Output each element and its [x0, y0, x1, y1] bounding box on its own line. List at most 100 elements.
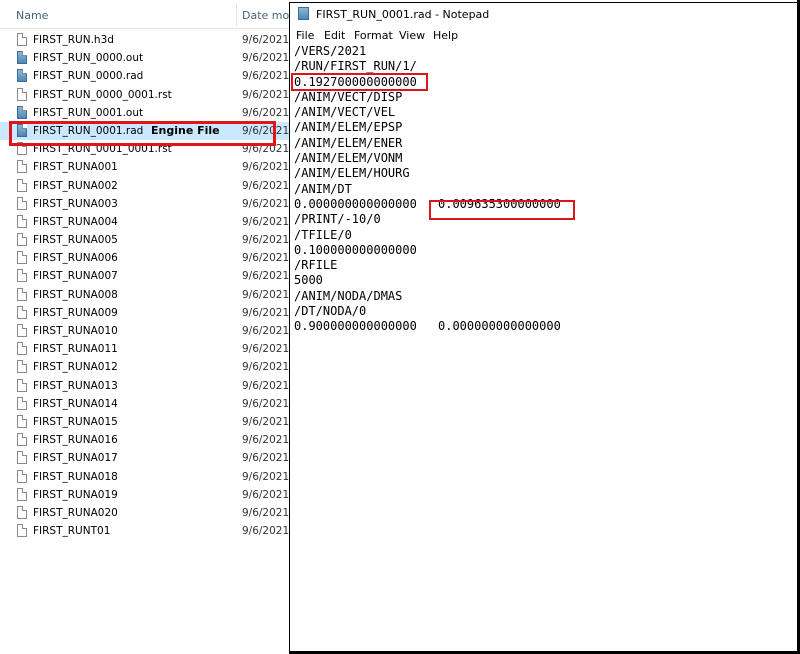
file-name: FIRST_RUNA011: [33, 343, 118, 356]
column-header: ˄ Name Date mod: [0, 0, 296, 29]
line-value: /DT/NODA/0: [294, 304, 367, 319]
file-date: 9/6/2021 6: [242, 234, 290, 247]
column-divider[interactable]: [236, 4, 237, 26]
file-icon: [17, 487, 27, 501]
file-icon: [17, 342, 27, 356]
file-row[interactable]: FIRST_RUNA007 9/6/2021 6: [0, 267, 290, 285]
file-row[interactable]: FIRST_RUNA001 9/6/2021 6: [0, 158, 290, 176]
text-line: /ANIM/ELEM/EPSP: [294, 120, 417, 135]
line-value: /RFILE: [294, 258, 338, 273]
file-date: 9/6/2021 6: [242, 379, 290, 392]
file-row[interactable]: FIRST_RUNA012 9/6/2021 6: [0, 358, 290, 376]
file-icon: [17, 214, 27, 228]
file-row[interactable]: FIRST_RUNA008 9/6/2021 6: [0, 286, 290, 304]
file-date: 9/6/2021 6: [242, 397, 290, 410]
file-name: FIRST_RUNA002: [33, 179, 118, 192]
file-name: FIRST_RUNA016: [33, 434, 118, 447]
file-row[interactable]: FIRST_RUN_0000.rad 9/6/2021 6: [0, 67, 290, 85]
file-date: 9/6/2021 6: [242, 415, 290, 428]
file-date: 9/6/2021 6: [242, 361, 290, 374]
text-line: 5000: [294, 273, 417, 288]
file-icon: [17, 324, 27, 337]
menu-view[interactable]: View: [399, 29, 425, 42]
file-row[interactable]: FIRST_RUNA006 9/6/2021 6: [0, 249, 290, 267]
text-line: /ANIM/NODA/DMAS: [294, 289, 417, 304]
file-row[interactable]: FIRST_RUNA003 9/6/2021 6: [0, 195, 290, 213]
file-row[interactable]: FIRST_RUNA020 9/6/2021 6: [0, 504, 290, 522]
line-value: /ANIM/NODA/DMAS: [294, 288, 403, 303]
file-row[interactable]: FIRST_RUNA016 9/6/2021 6: [0, 431, 290, 449]
file-row[interactable]: FIRST_RUNA010 9/6/2021 6: [0, 322, 290, 340]
menu-bar: File Edit Format View Help: [290, 27, 798, 45]
highlight-box-anim-dt: [429, 200, 575, 220]
file-icon: [17, 414, 27, 428]
file-row[interactable]: FIRST_RUNA015 9/6/2021 6: [0, 413, 290, 431]
file-icon: [17, 396, 27, 410]
file-name: FIRST_RUNA014: [33, 397, 118, 410]
file-row[interactable]: FIRST_RUN_0000_0001.rst 9/6/2021 6: [0, 86, 290, 104]
file-row[interactable]: FIRST_RUNA005 9/6/2021 6: [0, 231, 290, 249]
file-date: 9/6/2021 6: [242, 488, 290, 501]
file-name: FIRST_RUNA006: [33, 252, 118, 265]
line-value: /ANIM/ELEM/HOURG: [294, 166, 410, 181]
file-date: 9/6/2021 6: [242, 197, 290, 210]
file-icon: [17, 378, 27, 392]
menu-help[interactable]: Help: [433, 29, 458, 42]
text-line: /TFILE/0: [294, 228, 417, 243]
title-bar[interactable]: FIRST_RUN_0001.rad - Notepad: [290, 3, 798, 25]
file-icon: [17, 33, 27, 46]
line-value: /VERS/2021: [294, 44, 367, 58]
file-name: FIRST_RUNA001: [33, 161, 118, 174]
file-icon: [17, 251, 27, 265]
line-value: /ANIM/DT: [294, 181, 352, 196]
file-name: FIRST_RUNA020: [33, 506, 118, 519]
file-name: FIRST_RUN_0001.out: [33, 106, 144, 119]
file-row[interactable]: FIRST_RUN.h3d 9/6/2021 6: [0, 31, 290, 49]
file-icon: [17, 269, 27, 283]
file-row[interactable]: FIRST_RUNA017 9/6/2021 6: [0, 449, 290, 467]
file-date: 9/6/2021 6: [242, 434, 290, 447]
file-name: FIRST_RUNA015: [33, 415, 118, 428]
line-value: 0.000000000000000: [294, 196, 417, 211]
line-value: /ANIM/VECT/DISP: [294, 89, 403, 104]
highlight-box-run-time: [291, 73, 428, 91]
file-date: 9/6/2021 6: [242, 270, 290, 283]
menu-edit[interactable]: Edit: [324, 29, 345, 42]
file-row[interactable]: FIRST_RUNA018 9/6/2021 6: [0, 468, 290, 486]
engine-file-annotation: Engine File: [151, 124, 220, 137]
file-date: 9/6/2021 6: [242, 343, 290, 356]
file-row[interactable]: FIRST_RUN_0000.out 9/6/2021 6: [0, 49, 290, 67]
file-date: 9/6/2021 6: [242, 306, 290, 319]
file-row[interactable]: FIRST_RUN_0001.out 9/6/2021 6: [0, 104, 290, 122]
file-name: FIRST_RUNT01: [33, 525, 111, 538]
file-row[interactable]: FIRST_RUNA009 9/6/2021 6: [0, 304, 290, 322]
line-value: 0.900000000000000: [294, 319, 417, 334]
file-icon: [17, 287, 27, 301]
line-value: /ANIM/ELEM/ENER: [294, 135, 403, 150]
notepad-file-icon: [17, 69, 27, 83]
file-row[interactable]: FIRST_RUNT01 9/6/2021 6: [0, 522, 290, 540]
line-value: /TFILE/0: [294, 227, 352, 242]
column-header-name[interactable]: Name: [16, 9, 48, 22]
file-name: FIRST_RUNA004: [33, 215, 118, 228]
file-row[interactable]: FIRST_RUNA014 9/6/2021 6: [0, 395, 290, 413]
menu-file[interactable]: File: [296, 29, 314, 42]
file-icon: [17, 360, 27, 374]
file-icon: [17, 505, 27, 519]
file-icon: [17, 178, 27, 192]
notepad-file-icon: [17, 51, 27, 65]
notepad-file-icon: [17, 105, 27, 119]
file-row[interactable]: FIRST_RUNA004 9/6/2021 6: [0, 213, 290, 231]
file-name: FIRST_RUNA008: [33, 288, 118, 301]
file-row[interactable]: FIRST_RUNA013 9/6/2021 6: [0, 377, 290, 395]
file-date: 9/6/2021 6: [242, 525, 290, 538]
file-row[interactable]: FIRST_RUNA002 9/6/2021 6: [0, 177, 290, 195]
menu-format[interactable]: Format: [354, 29, 393, 42]
file-icon: [17, 233, 27, 247]
file-date: 9/6/2021 6: [242, 470, 290, 483]
text-line: /ANIM/VECT/DISP: [294, 90, 417, 105]
file-row[interactable]: FIRST_RUNA011 9/6/2021 6: [0, 340, 290, 358]
line-value: 5000: [294, 273, 323, 288]
file-name: FIRST_RUNA018: [33, 470, 118, 483]
file-row[interactable]: FIRST_RUNA019 9/6/2021 6: [0, 486, 290, 504]
